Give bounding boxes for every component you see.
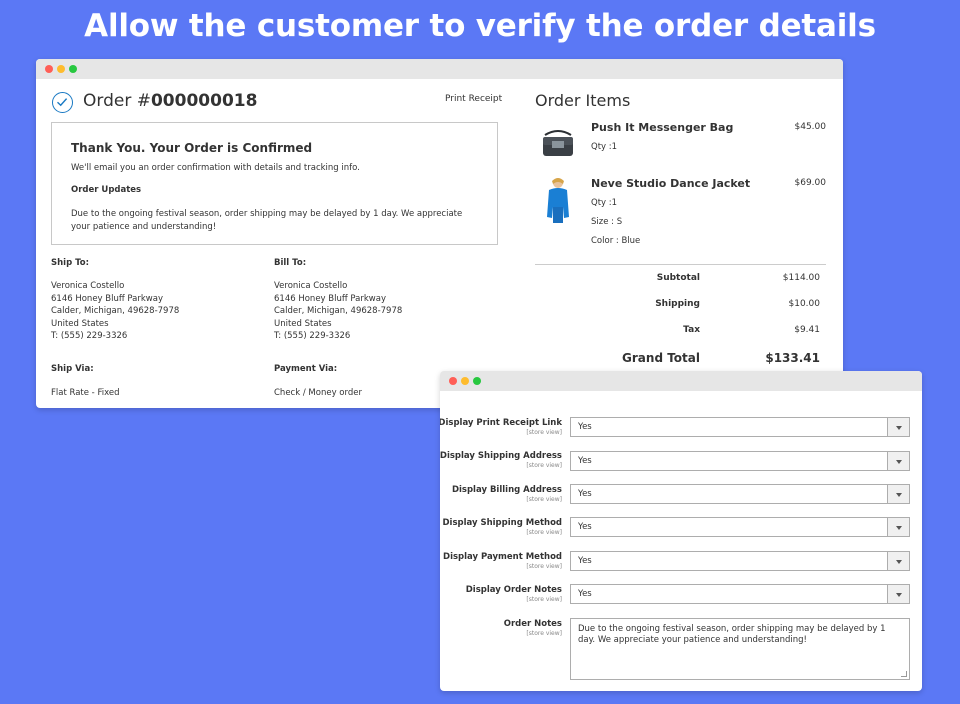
- select-value: Yes: [578, 489, 592, 499]
- item-qty: Qty :1: [591, 198, 618, 208]
- config-settings-window: Display Print Receipt Link [store view] …: [440, 371, 922, 691]
- address-line: Veronica Costello: [274, 281, 348, 291]
- address-line: T: (555) 229-3326: [51, 331, 128, 342]
- scope-label: [store view]: [526, 563, 562, 570]
- checkmark-circle-icon: [52, 92, 73, 113]
- order-notes-select[interactable]: Yes: [570, 584, 910, 604]
- confirmation-title: Thank You. Your Order is Confirmed: [71, 141, 313, 155]
- ship-to-address: Veronica Costello 6146 Honey Bluff Parkw…: [51, 280, 179, 343]
- messenger-bag-image: [541, 129, 575, 159]
- scope-label: [store view]: [526, 529, 562, 536]
- confirmation-box: Thank You. Your Order is Confirmed We'll…: [51, 122, 498, 245]
- ship-to-label: Ship To:: [51, 258, 90, 268]
- minimize-window-button[interactable]: [461, 377, 469, 385]
- address-line: United States: [51, 318, 109, 329]
- scope-label: [store view]: [526, 462, 562, 469]
- ship-via-value: Flat Rate - Fixed: [51, 388, 120, 398]
- order-prefix: Order #: [83, 91, 151, 111]
- address-line: Calder, Michigan, 49628-7978: [51, 306, 180, 317]
- maximize-window-button[interactable]: [69, 65, 77, 73]
- scope-label: [store view]: [526, 496, 562, 503]
- chevron-down-icon[interactable]: [887, 452, 909, 470]
- subtotal-value: $114.00: [782, 273, 820, 283]
- bill-to-address: Veronica Costello 6146 Honey Bluff Parkw…: [274, 280, 402, 343]
- address-line: T: (555) 229-3326: [274, 331, 351, 342]
- payment-via-value: Check / Money order: [274, 388, 362, 398]
- config-label-shipping-address: Display Shipping Address: [440, 451, 562, 461]
- page-title: Order #000000018: [83, 91, 257, 111]
- scope-label: [store view]: [526, 596, 562, 603]
- chevron-down-icon[interactable]: [887, 418, 909, 436]
- headline: Allow the customer to verify the order d…: [84, 8, 876, 44]
- order-updates-label: Order Updates: [71, 185, 142, 195]
- shipping-address-select[interactable]: Yes: [570, 451, 910, 471]
- select-value: Yes: [578, 456, 592, 466]
- select-value: Yes: [578, 422, 592, 432]
- grand-total-label: Grand Total: [622, 351, 700, 365]
- jacket-image: [544, 177, 572, 227]
- tax-value: $9.41: [794, 325, 820, 335]
- confirmation-email-text: We'll email you an order confirmation wi…: [71, 163, 360, 173]
- config-label-billing-address: Display Billing Address: [451, 485, 562, 495]
- chevron-down-icon[interactable]: [887, 518, 909, 536]
- billing-address-select[interactable]: Yes: [570, 484, 910, 504]
- totals-divider: [535, 264, 826, 265]
- config-label-order-notes: Order Notes: [503, 619, 562, 629]
- item-name: Neve Studio Dance Jacket: [591, 177, 751, 190]
- window-titlebar: [36, 59, 843, 79]
- address-line: 6146 Honey Bluff Parkway: [51, 293, 163, 304]
- subtotal-label: Subtotal: [656, 273, 700, 283]
- close-window-button[interactable]: [45, 65, 53, 73]
- scope-label: [store view]: [526, 429, 562, 436]
- item-price: $45.00: [794, 122, 827, 132]
- item-price: $69.00: [794, 178, 827, 188]
- tax-label: Tax: [683, 325, 700, 335]
- order-updates-text: Due to the ongoing festival season, orde…: [71, 209, 463, 232]
- print-receipt-link[interactable]: Print Receipt: [445, 94, 502, 104]
- chevron-down-icon[interactable]: [887, 585, 909, 603]
- item-name: Push It Messenger Bag: [591, 121, 734, 134]
- bill-to-label: Bill To:: [274, 258, 307, 268]
- shipping-value: $10.00: [788, 299, 821, 309]
- address-line: Veronica Costello: [51, 281, 125, 291]
- maximize-window-button[interactable]: [473, 377, 481, 385]
- shipping-method-select[interactable]: Yes: [570, 517, 910, 537]
- order-items-title: Order Items: [535, 91, 631, 110]
- item-color: Color : Blue: [591, 236, 641, 246]
- grand-total-value: $133.41: [765, 351, 820, 365]
- ship-via-label: Ship Via:: [51, 364, 94, 374]
- address-line: 6146 Honey Bluff Parkway: [274, 293, 386, 304]
- scope-label: [store view]: [526, 630, 562, 637]
- order-notes-textarea[interactable]: Due to the ongoing festival season, orde…: [570, 618, 910, 680]
- address-line: United States: [274, 318, 332, 329]
- close-window-button[interactable]: [449, 377, 457, 385]
- select-value: Yes: [578, 589, 592, 599]
- shipping-label: Shipping: [655, 299, 700, 309]
- config-label-order-notes-toggle: Display Order Notes: [465, 585, 562, 595]
- print-receipt-select[interactable]: Yes: [570, 417, 910, 437]
- select-value: Yes: [578, 522, 592, 532]
- config-label-shipping-method: Display Shipping Method: [442, 518, 562, 528]
- chevron-down-icon[interactable]: [887, 552, 909, 570]
- order-number: 000000018: [150, 91, 258, 111]
- payment-via-label: Payment Via:: [274, 364, 338, 374]
- config-label-print-receipt: Display Print Receipt Link: [440, 418, 562, 428]
- config-label-payment-method: Display Payment Method: [443, 552, 562, 562]
- window-titlebar: [440, 371, 922, 391]
- order-success-window: Order #000000018 Print Receipt Thank You…: [36, 59, 843, 408]
- payment-method-select[interactable]: Yes: [570, 551, 910, 571]
- address-line: Calder, Michigan, 49628-7978: [274, 306, 403, 317]
- textarea-value: Due to the ongoing festival season, orde…: [578, 624, 886, 645]
- minimize-window-button[interactable]: [57, 65, 65, 73]
- select-value: Yes: [578, 556, 592, 566]
- item-size: Size : S: [591, 217, 623, 227]
- item-qty: Qty :1: [591, 142, 618, 152]
- resize-handle-icon[interactable]: [901, 671, 907, 677]
- chevron-down-icon[interactable]: [887, 485, 909, 503]
